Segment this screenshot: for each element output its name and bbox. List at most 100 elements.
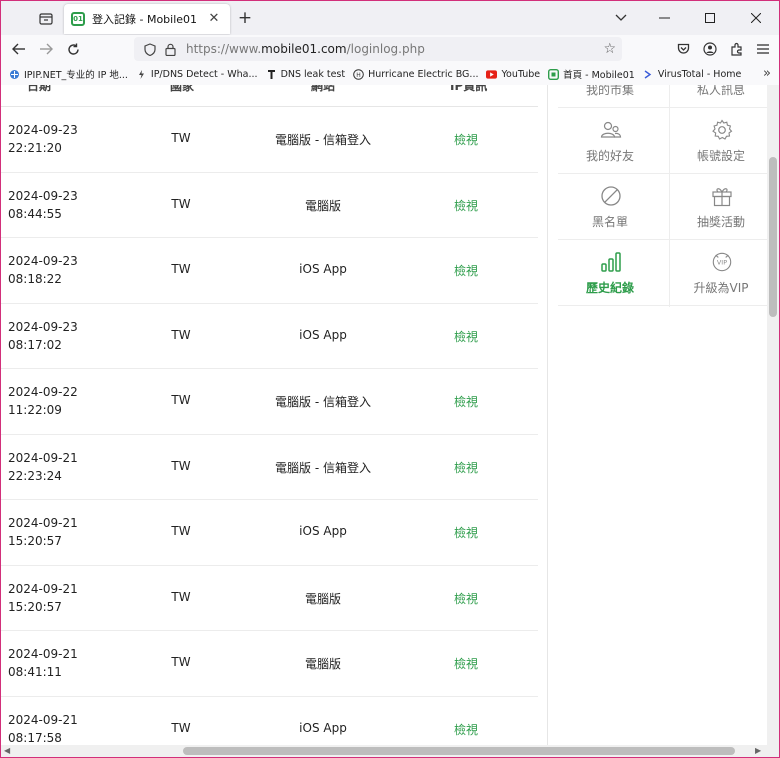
login-log-table: 日期 國家 網站 IP資訊 2024-09-23 22:21:20 TW 電腦版 … [1,85,538,745]
cell-site: iOS App [299,262,347,276]
reload-icon[interactable] [63,39,83,59]
mobile01-icon [548,68,560,80]
cell-country: TW [171,720,191,735]
cell-country: TW [171,196,191,211]
vertical-scrollbar[interactable] [767,85,779,745]
minimize-icon[interactable] [641,1,687,35]
sidebar-item-upgrade-vip[interactable]: VIP 升級為VIP [669,239,773,305]
browser-window: 01 登入記錄 - Mobile01 ✕ + https://www.mobil… [0,0,780,758]
he-icon: H [353,68,364,80]
bookmark-ipip[interactable]: IPIP.NET_专业的 IP 地... [9,67,128,81]
sidebar-item-label: 歷史紀錄 [585,281,634,295]
new-tab-icon[interactable]: + [235,8,255,28]
view-ip-link[interactable]: 檢視 [431,197,501,214]
cell-datetime: 2024-09-21 22:23:24 [8,450,78,483]
bookmark-youtube[interactable]: YouTube [486,69,540,80]
friends-icon [600,119,622,141]
list-all-tabs-icon[interactable] [601,1,641,35]
sidebar-item-market[interactable]: 我的市集 [558,85,662,107]
scroll-right-icon[interactable]: ▶ [755,746,761,755]
sidebar-item-label: 我的市集 [585,85,634,97]
table-header: 日期 國家 網站 IP資訊 [1,85,538,107]
bookmark-dnsleak[interactable]: DNS leak test [266,69,345,80]
vip-icon: VIP [711,251,733,273]
cell-datetime: 2024-09-23 08:17:02 [8,319,78,352]
bookmark-virustotal[interactable]: VirusTotal - Home [643,69,741,80]
shield-icon[interactable] [142,41,158,57]
view-ip-link[interactable]: 檢視 [431,655,501,672]
horizontal-scrollbar-thumb[interactable] [183,747,735,755]
chevron-right-double-icon[interactable]: » [763,66,771,81]
sidebar-item-label: 黑名單 [591,215,628,229]
view-ip-link[interactable]: 檢視 [431,459,501,476]
lock-icon[interactable] [162,41,178,57]
view-ip-link[interactable]: 檢視 [431,262,501,279]
cell-datetime: 2024-09-23 08:18:22 [8,254,78,286]
table-row: 2024-09-21 15:20:57 TW iOS App 檢視 [1,500,538,566]
bookmark-hurricane[interactable]: H Hurricane Electric BG... [353,69,478,80]
maximize-icon[interactable] [687,1,733,35]
sidebar-item-label: 升級為VIP [693,281,749,295]
sidebar-item-lottery[interactable]: 抽獎活動 [669,173,773,239]
cell-site: 電腦版 [304,198,341,213]
view-ip-link[interactable]: 檢視 [431,590,501,607]
pocket-icon[interactable] [673,39,693,59]
sidebar-item-label: 帳號設定 [696,149,745,163]
sidebar-item-friends[interactable]: 我的好友 [558,107,662,173]
extensions-icon[interactable] [727,39,747,59]
table-row: 2024-09-21 08:41:11 TW 電腦版 檢視 [1,631,538,697]
menu-icon[interactable] [753,39,773,59]
cell-site: 電腦版 [304,657,341,671]
cell-country: TW [171,655,191,669]
sidebar-item-blacklist[interactable]: 黑名單 [558,173,662,239]
view-ip-link[interactable]: 檢視 [431,721,501,738]
navigation-bar: https://www.mobile01.com/loginlog.php ☆ [1,35,779,63]
sidebar-item-account-settings[interactable]: 帳號設定 [669,107,773,173]
cell-datetime: 2024-09-23 08:44:55 [8,188,78,221]
view-ip-link[interactable]: 檢視 [431,328,501,345]
tab-active[interactable]: 01 登入記錄 - Mobile01 ✕ [64,4,230,34]
account-icon[interactable] [700,39,720,59]
sidebar-item-history[interactable]: 歷史紀錄 [558,239,662,305]
svg-text:VIP: VIP [717,259,727,267]
bookmarks-bar: IPIP.NET_专业的 IP 地... IP/DNS Detect - Wha… [1,63,779,85]
table-row: 2024-09-23 08:44:55 TW 電腦版 檢視 [1,173,538,238]
table-row: 2024-09-21 22:23:24 TW 電腦版 - 信箱登入 檢視 [1,435,538,500]
address-bar[interactable]: https://www.mobile01.com/loginlog.php ☆ [134,37,622,61]
view-ip-link[interactable]: 檢視 [431,393,501,410]
bookmark-mobile01[interactable]: 首頁 - Mobile01 [548,67,635,81]
column-divider [547,85,548,745]
tab-strip: 01 登入記錄 - Mobile01 ✕ + [1,1,779,35]
bookmark-star-icon[interactable]: ☆ [603,41,616,57]
tab-list-icon[interactable] [35,8,57,30]
cell-datetime: 2024-09-21 08:17:58 [8,712,78,745]
cell-site: 電腦版 - 信箱登入 [275,395,371,409]
close-window-icon[interactable] [733,1,779,35]
close-tab-icon[interactable]: ✕ [206,11,222,27]
view-ip-link[interactable]: 檢視 [431,131,501,148]
cell-site: iOS App [299,720,347,735]
scroll-left-icon[interactable]: ◀ [4,746,10,755]
gift-icon [711,185,733,207]
window-controls [601,1,779,35]
cell-datetime: 2024-09-21 08:41:11 [8,647,78,679]
sidebar-item-label: 我的好友 [585,149,634,163]
horizontal-scrollbar[interactable]: ◀ ▶ [1,745,779,757]
back-icon[interactable] [9,39,29,59]
view-ip-link[interactable]: 檢視 [431,524,501,541]
menu-grid-line [558,305,767,306]
block-icon [600,185,622,207]
sidebar-item-messages[interactable]: 私人訊息 [669,85,773,107]
bookmark-ipdns[interactable]: IP/DNS Detect - Wha... [136,69,258,80]
url-text[interactable]: https://www.mobile01.com/loginlog.php [186,42,425,56]
cell-datetime: 2024-09-22 11:22:09 [8,385,78,417]
cell-datetime: 2024-09-23 22:21:20 [8,123,78,155]
cell-site: 電腦版 - 信箱登入 [275,133,371,147]
cell-country: TW [171,262,191,276]
table-row: 2024-09-23 08:18:22 TW iOS App 檢視 [1,238,538,304]
forward-icon[interactable] [36,39,56,59]
vertical-scrollbar-thumb[interactable] [769,157,777,317]
youtube-icon [486,69,498,80]
header-ip: IP資訊 [450,85,488,93]
cell-site: 電腦版 - 信箱登入 [275,460,371,475]
